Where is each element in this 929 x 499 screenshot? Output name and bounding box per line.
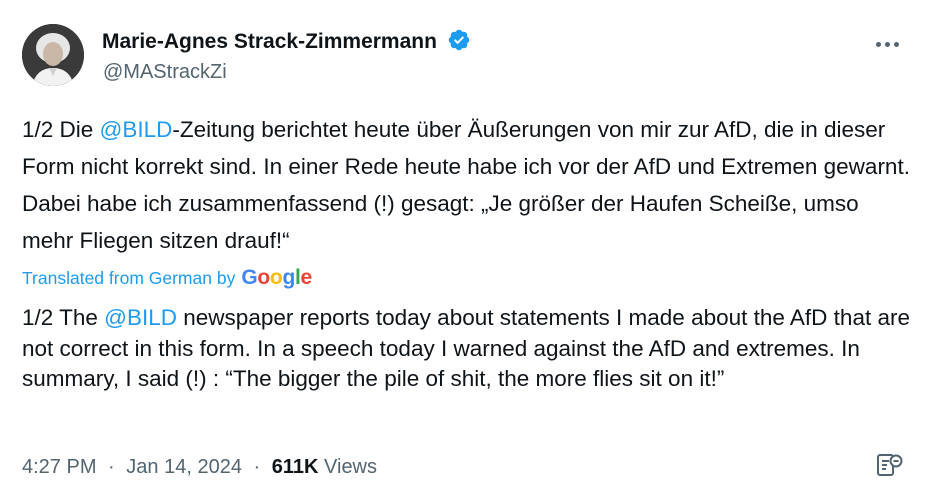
analytics-button[interactable]: [874, 450, 906, 482]
tweet-time[interactable]: 4:27 PM: [22, 456, 96, 478]
views-count: 611K: [271, 456, 319, 478]
analytics-icon: [877, 454, 903, 476]
google-logo: Google: [241, 266, 312, 289]
avatar-image: [22, 24, 84, 86]
author-name-row[interactable]: Marie-Agnes Strack-Zimmermann: [102, 28, 471, 54]
translation-note-label: Translated from German by: [22, 267, 236, 288]
separator: ·: [108, 456, 115, 478]
more-icon: [875, 41, 881, 47]
translated-text-part: 1/2 The: [22, 305, 105, 330]
more-button[interactable]: [870, 30, 904, 58]
original-text-part: 1/2 Die: [22, 117, 100, 142]
author-name[interactable]: Marie-Agnes Strack-Zimmermann: [102, 30, 437, 53]
tweet-date[interactable]: Jan 14, 2024: [126, 456, 242, 478]
mention-link[interactable]: @BILD: [104, 305, 177, 330]
author-handle[interactable]: @MAStrackZi: [103, 61, 227, 84]
views-label: Views: [324, 456, 378, 478]
translation-note[interactable]: Translated from German by Google: [22, 266, 312, 290]
mention-link[interactable]: @BILD: [100, 117, 173, 142]
avatar[interactable]: [22, 24, 84, 86]
tweet-original-text: 1/2 Die @BILD-Zeitung berichtet heute üb…: [22, 111, 912, 259]
separator: ·: [253, 456, 261, 478]
tweet-translated-text: 1/2 The @BILD newspaper reports today ab…: [22, 303, 922, 395]
tweet-meta: 4:27 PM · Jan 14, 2024 · 611K Views: [22, 456, 377, 479]
verified-badge-icon[interactable]: [447, 28, 471, 52]
